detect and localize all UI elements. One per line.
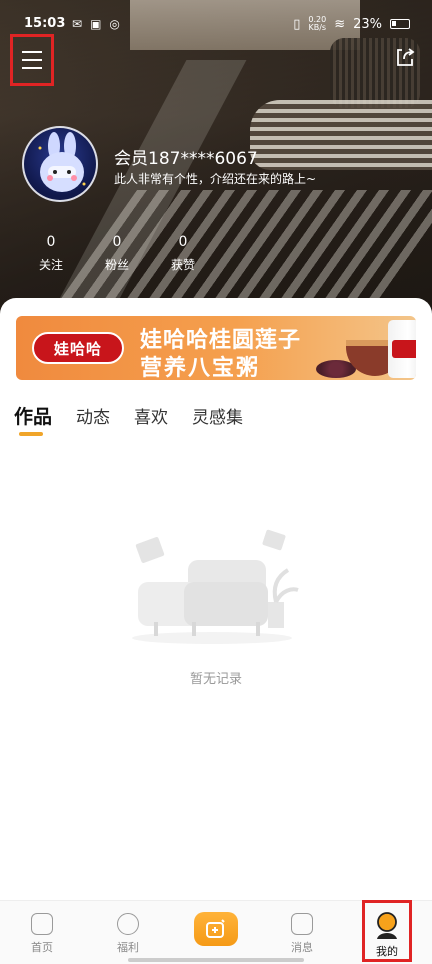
product-can-image — [388, 320, 416, 378]
banner-subtitle: 营养八宝粥 — [140, 356, 261, 380]
message-icon — [291, 913, 313, 935]
profile-icon — [377, 912, 397, 939]
nav-home[interactable]: 首页 — [12, 911, 72, 955]
avatar[interactable] — [22, 126, 98, 202]
home-icon — [31, 913, 53, 935]
hamburger-icon — [22, 67, 42, 69]
hamburger-icon — [22, 59, 42, 61]
tab-works[interactable]: 作品 — [14, 402, 52, 429]
battery-icon — [390, 19, 410, 29]
nav-create-post[interactable] — [194, 912, 238, 946]
nav-welfare[interactable]: 福利 — [98, 911, 158, 955]
nav-messages[interactable]: 消息 — [272, 911, 332, 955]
notification-icon: ▣ — [90, 17, 102, 31]
stat-followers[interactable]: 0 粉丝 — [84, 234, 150, 273]
network-speed: 0.20 KB/s — [308, 15, 327, 32]
home-indicator[interactable] — [128, 958, 304, 962]
notification-icons: ✉ ▣ ◎ — [72, 17, 120, 31]
menu-button[interactable] — [10, 34, 54, 86]
content-tabs: 作品 动态 喜欢 灵感集 — [14, 402, 243, 429]
status-time: 15:03 — [24, 16, 66, 31]
notification-icon: ◎ — [109, 17, 120, 31]
gift-icon — [117, 913, 139, 935]
nav-mine[interactable]: 我的 — [362, 900, 412, 962]
profile-page: 15:03 ✉ ▣ ◎ ▯ 0.20 KB/s ≋ 23% 会员187****6… — [0, 0, 432, 964]
tab-likes[interactable]: 喜欢 — [134, 403, 168, 428]
stat-following[interactable]: 0 关注 — [18, 234, 84, 273]
username: 会员187****6067 — [114, 149, 258, 169]
brand-logo: 娃哈哈 — [32, 332, 124, 364]
hamburger-icon — [22, 51, 42, 53]
add-post-icon — [206, 919, 225, 938]
status-bar: 15:03 ✉ ▣ ◎ ▯ 0.20 KB/s ≋ 23% — [0, 14, 432, 38]
notification-icon: ✉ — [72, 17, 83, 31]
share-button[interactable] — [394, 46, 416, 68]
empty-state-illustration — [128, 526, 304, 650]
tab-inspiration[interactable]: 灵感集 — [192, 403, 243, 428]
profile-stats: 0 关注 0 粉丝 0 获赞 — [18, 234, 216, 273]
wifi-icon: ≋ — [334, 16, 346, 32]
share-icon — [397, 48, 415, 66]
ad-banner[interactable]: 娃哈哈 娃哈哈桂圆莲子 营养八宝粥 — [16, 316, 416, 380]
tab-activity[interactable]: 动态 — [76, 403, 110, 428]
empty-state-text: 暂无记录 — [189, 672, 242, 687]
stat-likes[interactable]: 0 获赞 — [150, 234, 216, 273]
battery-percent: 23% — [353, 16, 382, 32]
vibrate-icon: ▯ — [293, 16, 301, 32]
user-bio: 此人非常有个性，介绍还在来的路上~ — [114, 172, 317, 186]
active-tab-indicator — [19, 432, 43, 436]
